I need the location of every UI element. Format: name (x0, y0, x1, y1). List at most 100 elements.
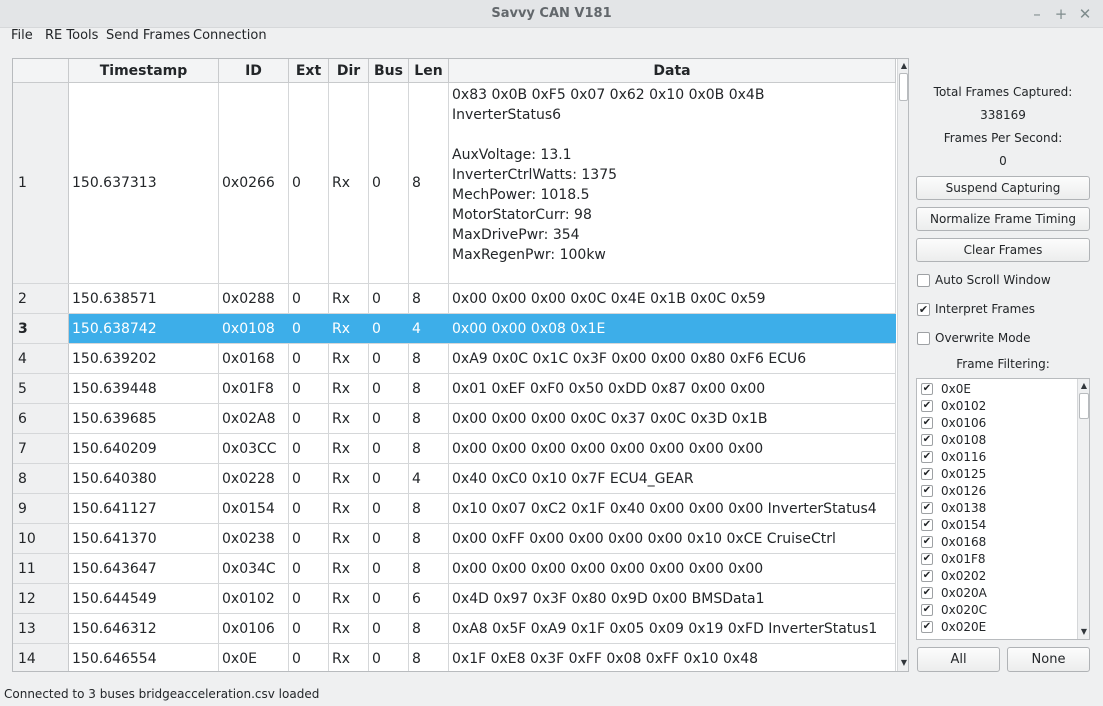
cell-ext[interactable]: 0 (289, 644, 329, 671)
cell-len[interactable]: 8 (409, 404, 449, 433)
frames-table[interactable]: Timestamp ID Ext Dir Bus Len Data 1 150.637313 0… (12, 58, 909, 672)
table-row[interactable]: 8 150.640380 0x0228 0 Rx 0 4 0x40 0xC0 0x10 0x7… (13, 464, 896, 494)
cell-dir[interactable]: Rx (329, 284, 369, 313)
column-header-timestamp[interactable]: Timestamp (69, 59, 219, 83)
cell-data[interactable]: 0x10 0x07 0xC2 0x1F 0x40 0x00 0x00 0x00 … (449, 494, 896, 523)
table-vertical-scrollbar[interactable]: ▲ ▼ (897, 59, 908, 671)
filter-check-icon[interactable]: ✔ (921, 485, 933, 497)
cell-ext[interactable]: 0 (289, 83, 329, 283)
cell-len[interactable]: 4 (409, 314, 449, 343)
cell-ext[interactable]: 0 (289, 584, 329, 613)
row-number[interactable]: 11 (13, 554, 69, 583)
filter-check-icon[interactable]: ✔ (921, 451, 933, 463)
row-number[interactable]: 3 (13, 314, 69, 343)
cell-id[interactable]: 0x0102 (219, 584, 289, 613)
menu-re-tools[interactable]: RE Tools (45, 28, 98, 52)
cell-data[interactable]: 0x01 0xEF 0xF0 0x50 0xDD 0x87 0x00 0x00 (449, 374, 896, 403)
cell-ext[interactable]: 0 (289, 434, 329, 463)
cell-dir[interactable]: Rx (329, 404, 369, 433)
filter-check-icon[interactable]: ✔ (921, 417, 933, 429)
cell-data[interactable]: 0xA9 0x0C 0x1C 0x3F 0x00 0x00 0x80 0xF6 … (449, 344, 896, 373)
column-header-dir[interactable]: Dir (329, 59, 369, 83)
row-number[interactable]: 2 (13, 284, 69, 313)
cell-timestamp[interactable]: 150.646312 (69, 614, 219, 643)
cell-timestamp[interactable]: 150.644549 (69, 584, 219, 613)
header-corner[interactable] (13, 59, 69, 83)
filter-scroll-down-icon[interactable]: ▼ (1078, 626, 1089, 638)
filter-check-icon[interactable]: ✔ (921, 536, 933, 548)
cell-id[interactable]: 0x0154 (219, 494, 289, 523)
cell-data[interactable]: 0x1F 0xE8 0x3F 0xFF 0x08 0xFF 0x10 0x48 (449, 644, 896, 671)
scroll-down-icon[interactable]: ▼ (898, 657, 908, 669)
cell-bus[interactable]: 0 (369, 434, 409, 463)
table-row[interactable]: 1 150.637313 0x0266 0 Rx 0 8 0x83 0x0B 0xF5 0x0… (13, 83, 896, 284)
table-row[interactable]: 5 150.639448 0x01F8 0 Rx 0 8 0x01 0xEF 0xF0 0x5… (13, 374, 896, 404)
row-number[interactable]: 6 (13, 404, 69, 433)
cell-data[interactable]: 0x00 0xFF 0x00 0x00 0x00 0x00 0x10 0xCE … (449, 524, 896, 553)
cell-id[interactable]: 0x0228 (219, 464, 289, 493)
menu-file[interactable]: File (11, 28, 33, 52)
cell-timestamp[interactable]: 150.641127 (69, 494, 219, 523)
menu-connection[interactable]: Connection (193, 28, 267, 52)
filter-all-button[interactable]: All (917, 647, 1000, 672)
cell-dir[interactable]: Rx (329, 314, 369, 343)
table-row[interactable]: 13 150.646312 0x0106 0 Rx 0 8 0xA8 0x5F 0xA9 0x… (13, 614, 896, 644)
filter-check-icon[interactable]: ✔ (921, 468, 933, 480)
cell-dir[interactable]: Rx (329, 614, 369, 643)
table-row[interactable]: 4 150.639202 0x0168 0 Rx 0 8 0xA9 0x0C 0x1C 0x3… (13, 344, 896, 374)
cell-len[interactable]: 8 (409, 434, 449, 463)
cell-data[interactable]: 0x00 0x00 0x00 0x00 0x00 0x00 0x00 0x00 (449, 434, 896, 463)
cell-data[interactable]: 0x00 0x00 0x00 0x00 0x00 0x00 0x00 0x00 (449, 554, 896, 583)
cell-bus[interactable]: 0 (369, 524, 409, 553)
row-number[interactable]: 1 (13, 83, 69, 283)
filter-check-icon[interactable]: ✔ (921, 434, 933, 446)
table-row[interactable]: 6 150.639685 0x02A8 0 Rx 0 8 0x00 0x00 0x00 0x0… (13, 404, 896, 434)
maximize-icon[interactable]: + (1051, 4, 1071, 24)
cell-timestamp[interactable]: 150.639685 (69, 404, 219, 433)
cell-bus[interactable]: 0 (369, 344, 409, 373)
cell-ext[interactable]: 0 (289, 404, 329, 433)
cell-dir[interactable]: Rx (329, 464, 369, 493)
cell-timestamp[interactable]: 150.639202 (69, 344, 219, 373)
cell-timestamp[interactable]: 150.641370 (69, 524, 219, 553)
cell-bus[interactable]: 0 (369, 494, 409, 523)
cell-ext[interactable]: 0 (289, 374, 329, 403)
scroll-thumb[interactable] (899, 73, 908, 101)
cell-bus[interactable]: 0 (369, 614, 409, 643)
filter-scroll-thumb[interactable] (1079, 393, 1089, 419)
cell-ext[interactable]: 0 (289, 614, 329, 643)
normalize-frame-timing-button[interactable]: Normalize Frame Timing (916, 207, 1090, 231)
row-number[interactable]: 13 (13, 614, 69, 643)
cell-ext[interactable]: 0 (289, 494, 329, 523)
filter-check-icon[interactable]: ✔ (921, 553, 933, 565)
row-number[interactable]: 7 (13, 434, 69, 463)
cell-timestamp[interactable]: 150.639448 (69, 374, 219, 403)
row-number[interactable]: 10 (13, 524, 69, 553)
filter-check-icon[interactable]: ✔ (921, 587, 933, 599)
cell-dir[interactable]: Rx (329, 83, 369, 283)
interpret-frames-check-icon[interactable]: ✔ (917, 303, 930, 316)
cell-ext[interactable]: 0 (289, 464, 329, 493)
cell-dir[interactable]: Rx (329, 494, 369, 523)
cell-id[interactable]: 0x0238 (219, 524, 289, 553)
table-row[interactable]: 7 150.640209 0x03CC 0 Rx 0 8 0x00 0x00 0x00 0x0… (13, 434, 896, 464)
cell-len[interactable]: 8 (409, 83, 449, 283)
cell-data[interactable]: 0x40 0xC0 0x10 0x7F ECU4_GEAR (449, 464, 896, 493)
cell-bus[interactable]: 0 (369, 404, 409, 433)
scroll-up-icon[interactable]: ▲ (898, 60, 908, 72)
cell-id[interactable]: 0x03CC (219, 434, 289, 463)
cell-bus[interactable]: 0 (369, 584, 409, 613)
cell-id[interactable]: 0x0168 (219, 344, 289, 373)
table-row[interactable]: 2 150.638571 0x0288 0 Rx 0 8 0x00 0x00 0x00 0x0… (13, 284, 896, 314)
cell-len[interactable]: 8 (409, 284, 449, 313)
overwrite-mode-check-icon[interactable] (917, 332, 930, 345)
cell-len[interactable]: 8 (409, 644, 449, 671)
cell-data[interactable]: 0xA8 0x5F 0xA9 0x1F 0x05 0x09 0x19 0xFD … (449, 614, 896, 643)
cell-len[interactable]: 8 (409, 524, 449, 553)
cell-data[interactable]: 0x4D 0x97 0x3F 0x80 0x9D 0x00 BMSData1 (449, 584, 896, 613)
filter-scrollbar[interactable]: ▲ ▼ (1077, 379, 1089, 639)
filter-check-icon[interactable]: ✔ (921, 621, 933, 633)
cell-id[interactable]: 0x0288 (219, 284, 289, 313)
cell-id[interactable]: 0x0106 (219, 614, 289, 643)
cell-ext[interactable]: 0 (289, 554, 329, 583)
